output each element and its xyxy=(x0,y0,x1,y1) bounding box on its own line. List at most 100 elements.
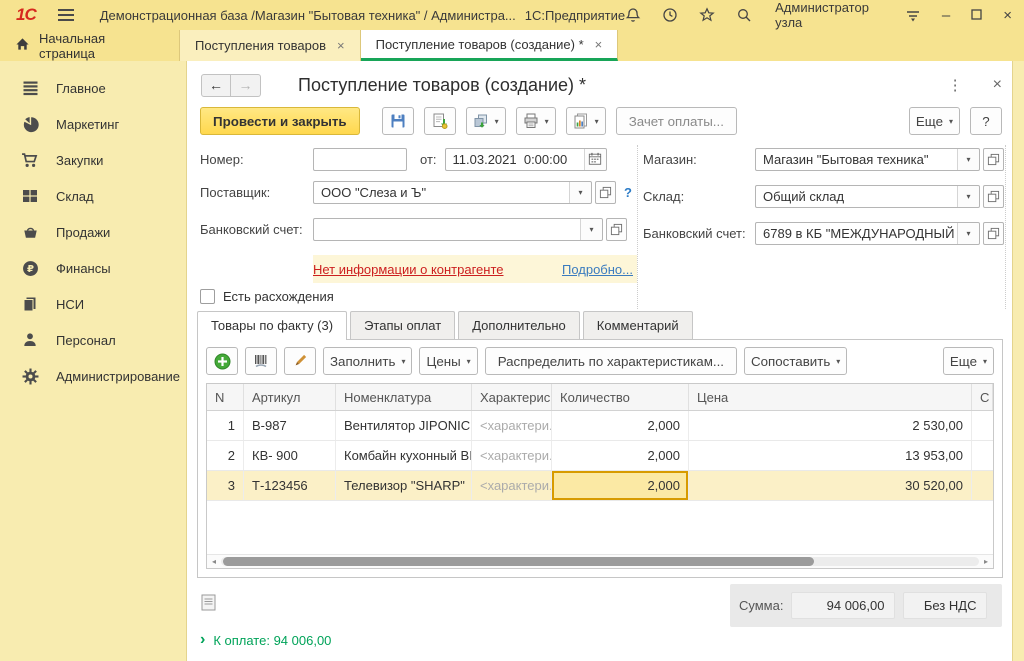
open-supplier-icon[interactable] xyxy=(595,181,616,204)
barcode-scanner-button[interactable] xyxy=(245,347,277,375)
supplier-input[interactable]: ООО "Слеза и Ъ" ▾ xyxy=(313,181,592,204)
forward-arrow-button[interactable]: → xyxy=(231,74,261,97)
help-button[interactable]: ? xyxy=(970,107,1002,135)
cell-sum[interactable] xyxy=(972,441,993,470)
cell-item[interactable]: Вентилятор JIPONIC (... xyxy=(336,411,472,440)
distribute-by-characteristics-button[interactable]: Распределить по характеристикам... xyxy=(485,347,737,375)
scroll-left-arrow-icon[interactable]: ◂ xyxy=(207,557,221,566)
prices-button[interactable]: Цены ▾ xyxy=(419,347,477,375)
supplier-help-icon[interactable]: ? xyxy=(624,185,632,200)
sidebar-item-marketing[interactable]: Маркетинг xyxy=(0,106,186,142)
search-icon[interactable] xyxy=(736,7,752,24)
cell-characteristic[interactable]: <характери... xyxy=(472,411,552,440)
open-shop-icon[interactable] xyxy=(983,148,1004,171)
sidebar-item-sales[interactable]: Продажи xyxy=(0,214,186,250)
tab-payment-stages[interactable]: Этапы оплат xyxy=(350,311,455,339)
sidebar-item-administration[interactable]: Администрирование xyxy=(0,358,186,394)
create-based-on-button[interactable]: ▾ xyxy=(466,107,506,135)
close-tab-icon[interactable]: × xyxy=(337,38,345,53)
print-button[interactable]: ▾ xyxy=(516,107,556,135)
cell-n[interactable]: 1 xyxy=(207,411,244,440)
open-bank-account-icon[interactable] xyxy=(606,218,627,241)
cell-quantity[interactable]: 2,000 xyxy=(552,441,689,470)
connection-indicator-icon[interactable] xyxy=(905,7,921,24)
calendar-icon[interactable] xyxy=(584,149,606,170)
column-header-quantity[interactable]: Количество xyxy=(552,384,689,410)
tab-comment[interactable]: Комментарий xyxy=(583,311,693,339)
cell-price[interactable]: 2 530,00 xyxy=(689,411,972,440)
table-row[interactable]: 2 КВ- 900 Комбайн кухонный BI... <характ… xyxy=(207,441,993,471)
sidebar-item-main[interactable]: Главное xyxy=(0,70,186,106)
column-header-price[interactable]: Цена xyxy=(689,384,972,410)
close-window-button[interactable]: × xyxy=(1003,8,1012,23)
cell-item[interactable]: Комбайн кухонный BI... xyxy=(336,441,472,470)
favorites-star-icon[interactable] xyxy=(699,7,715,24)
history-icon[interactable] xyxy=(662,7,678,24)
sidebar-item-nsi[interactable]: НСИ xyxy=(0,286,186,322)
notes-icon[interactable] xyxy=(201,594,216,614)
chevron-down-icon[interactable]: ▾ xyxy=(569,182,591,203)
main-menu-icon[interactable] xyxy=(58,6,74,24)
cell-characteristic[interactable]: <характери... xyxy=(472,441,552,470)
table-more-button[interactable]: Еще ▾ xyxy=(943,347,994,375)
column-header-sku[interactable]: Артикул xyxy=(244,384,336,410)
horizontal-scrollbar[interactable]: ◂ ▸ xyxy=(207,554,993,568)
minimize-button[interactable]: – xyxy=(942,8,950,23)
current-user[interactable]: Администратор узла xyxy=(775,0,882,30)
add-row-button[interactable] xyxy=(206,347,238,375)
table-row-selected[interactable]: 3 Т-123456 Телевизор "SHARP" <характери.… xyxy=(207,471,993,501)
warehouse-input[interactable]: Общий склад ▾ xyxy=(755,185,980,208)
vat-value[interactable]: Без НДС xyxy=(903,592,987,619)
cell-sum[interactable] xyxy=(972,411,993,440)
open-bank-account2-icon[interactable] xyxy=(983,222,1004,245)
tab-home-page[interactable]: Начальная страница xyxy=(0,30,180,61)
maximize-button[interactable] xyxy=(971,8,982,23)
cell-price[interactable]: 30 520,00 xyxy=(689,471,972,500)
sidebar-item-purchases[interactable]: Закупки xyxy=(0,142,186,178)
close-form-button[interactable]: × xyxy=(993,76,1002,94)
tab-goods-receipt-new[interactable]: Поступление товаров (создание) * × xyxy=(361,30,619,61)
scrollbar-thumb[interactable] xyxy=(223,557,814,566)
back-arrow-button[interactable]: ← xyxy=(201,74,231,97)
scrollbar-track[interactable] xyxy=(221,557,979,566)
number-input[interactable] xyxy=(313,148,407,171)
column-header-sum[interactable]: С xyxy=(972,384,993,410)
cell-characteristic[interactable]: <характери... xyxy=(472,471,552,500)
cell-quantity[interactable]: 2,000 xyxy=(552,411,689,440)
scroll-right-arrow-icon[interactable]: ▸ xyxy=(979,557,993,566)
fill-button[interactable]: Заполнить ▾ xyxy=(323,347,412,375)
notifications-bell-icon[interactable] xyxy=(625,7,641,24)
discrepancies-checkbox[interactable] xyxy=(200,289,215,304)
bank-account-input[interactable]: ▾ xyxy=(313,218,603,241)
cell-quantity-selected[interactable]: 2,000 xyxy=(552,471,689,500)
to-pay-expander[interactable]: › К оплате: 94 006,00 xyxy=(200,632,331,648)
save-button[interactable] xyxy=(382,107,414,135)
payment-offset-button[interactable]: Зачет оплаты... xyxy=(616,107,737,135)
tab-goods-receipts-list[interactable]: Поступления товаров × xyxy=(180,30,361,61)
date-input[interactable]: 11.03.2021 0:00:00 xyxy=(445,148,607,171)
column-header-item[interactable]: Номенклатура xyxy=(336,384,472,410)
bank-account2-input[interactable]: 6789 в КБ "МЕЖДУНАРОДНЫЙ Б ▾ xyxy=(755,222,980,245)
chevron-down-icon[interactable]: ▾ xyxy=(957,223,979,244)
chevron-down-icon[interactable]: ▾ xyxy=(957,186,979,207)
more-button[interactable]: Еще ▾ xyxy=(909,107,960,135)
cell-sum[interactable] xyxy=(972,471,993,500)
more-menu-icon[interactable]: ⋮ xyxy=(948,76,963,94)
sidebar-item-personnel[interactable]: Персонал xyxy=(0,322,186,358)
shop-input[interactable]: Магазин "Бытовая техника" ▾ xyxy=(755,148,980,171)
edit-pen-button[interactable] xyxy=(284,347,316,375)
match-button[interactable]: Сопоставить ▾ xyxy=(744,347,847,375)
reports-button[interactable]: ▾ xyxy=(566,107,606,135)
open-warehouse-icon[interactable] xyxy=(983,185,1004,208)
post-document-button[interactable] xyxy=(424,107,456,135)
cell-sku[interactable]: КВ- 900 xyxy=(244,441,336,470)
cell-n[interactable]: 3 xyxy=(207,471,244,500)
cell-price[interactable]: 13 953,00 xyxy=(689,441,972,470)
cell-item[interactable]: Телевизор "SHARP" xyxy=(336,471,472,500)
column-header-characteristic[interactable]: Характерис... xyxy=(472,384,552,410)
close-tab-icon[interactable]: × xyxy=(595,37,603,52)
cell-n[interactable]: 2 xyxy=(207,441,244,470)
table-row[interactable]: 1 В-987 Вентилятор JIPONIC (... <характе… xyxy=(207,411,993,441)
cell-sku[interactable]: Т-123456 xyxy=(244,471,336,500)
details-link[interactable]: Подробно... xyxy=(562,262,633,277)
